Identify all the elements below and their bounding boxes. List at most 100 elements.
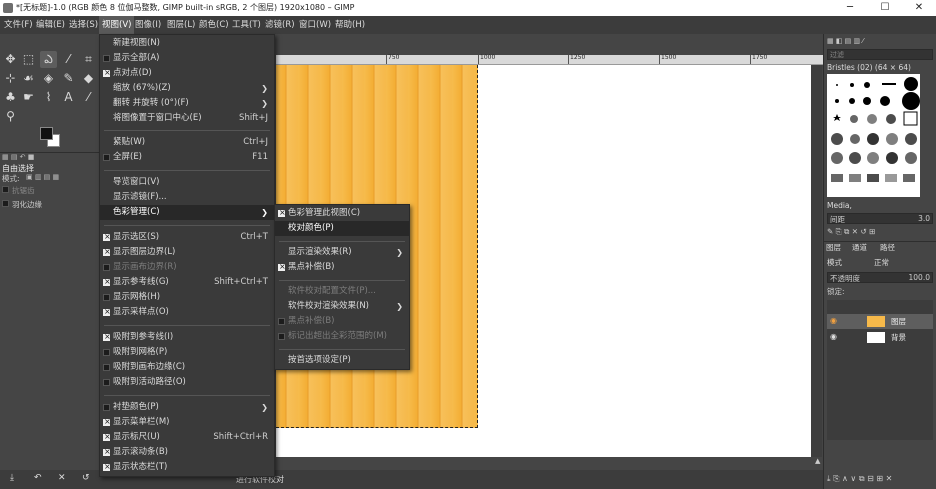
color-menu-item-proof-colors[interactable]: 校对颜色(P) xyxy=(275,221,409,236)
mode-buttons[interactable]: ▣ ▥ ▤ ▦ xyxy=(26,173,59,181)
menu-colors[interactable]: 颜色(C) xyxy=(196,16,232,34)
visibility-eye-icon[interactable]: ◉ xyxy=(830,332,837,341)
view-menu-item[interactable]: 吸附到画布边缘(C) xyxy=(100,360,274,375)
view-menu-item[interactable]: 点对点(D) xyxy=(100,66,274,81)
view-menu-item[interactable]: 显示标尺(U)Shift+Ctrl+R xyxy=(100,430,274,445)
view-menu-item[interactable]: 显示滚动条(B) xyxy=(100,445,274,460)
layer-actions[interactable]: ⤓ ⎘ ∧ ∨ ⧉ ⊟ ⊞ ✕ xyxy=(827,474,892,484)
vertical-scrollbar[interactable] xyxy=(811,65,822,457)
layer-row[interactable]: ◉ 图层 xyxy=(827,314,933,329)
brush-filter-input[interactable]: 过滤 xyxy=(827,49,933,60)
menu-tools[interactable]: 工具(T) xyxy=(229,16,264,34)
rect-select-icon[interactable]: ⬚ xyxy=(20,51,37,68)
transform-icon[interactable]: ⊹ xyxy=(2,70,19,87)
tab-layers[interactable]: 图层 xyxy=(826,242,841,253)
close-button[interactable]: ✕ xyxy=(902,0,936,16)
gimp-logo-icon xyxy=(3,3,13,13)
free-select-icon[interactable]: ఎ xyxy=(40,51,57,68)
visibility-eye-icon[interactable]: ◉ xyxy=(830,316,837,325)
background-layer-image[interactable] xyxy=(276,428,478,457)
menu-filters[interactable]: 滤镜(R) xyxy=(262,16,298,34)
view-menu-item[interactable]: 吸附到参考线(I) xyxy=(100,330,274,345)
minimize-button[interactable]: ─ xyxy=(833,0,867,16)
view-menu-item[interactable]: 翻转 并旋转 (0°)(F) ❯ xyxy=(100,96,274,111)
clone-icon[interactable]: ♣ xyxy=(2,89,19,106)
view-menu-item[interactable]: 将图像置于窗口中心(E) Shift+J xyxy=(100,111,274,126)
smudge-icon[interactable]: ☛ xyxy=(20,89,37,106)
layer-row[interactable]: ◉ 背景 xyxy=(827,330,933,345)
bucket-fill-icon[interactable]: ◈ xyxy=(40,70,57,87)
dock-tabs[interactable]: ▦ ◧ ▤ ▥ ⁄ xyxy=(827,37,864,45)
mode-label: 模式 xyxy=(827,258,842,267)
color-menu-item[interactable]: 软件校对渲染效果(N) ❯ xyxy=(275,299,409,314)
warp-icon[interactable]: ☙ xyxy=(20,70,37,87)
move-tool-icon[interactable]: ✥ xyxy=(2,51,19,68)
view-menu-item[interactable]: 显示采样点(O) xyxy=(100,305,274,320)
color-menu-item[interactable]: 显示渲染效果(R) ❯ xyxy=(275,245,409,260)
view-menu-item[interactable]: 显示网格(H) xyxy=(100,290,274,305)
foreground-color-swatch[interactable] xyxy=(40,127,53,140)
color-picker-icon[interactable]: ⁄ xyxy=(80,89,97,106)
fuzzy-select-icon[interactable]: ⁄ xyxy=(60,51,77,68)
navigate-icon[interactable]: ▲ xyxy=(815,457,820,465)
brush-actions[interactable]: ✎ ⎘ ⧉ ✕ ↺ ⊞ xyxy=(827,227,875,237)
view-menu-item[interactable]: 新建视图(N) xyxy=(100,36,274,51)
paintbrush-icon[interactable]: ✎ xyxy=(60,70,77,87)
color-menu-item[interactable]: 软件校对配置文件(P)... xyxy=(275,284,409,299)
window-title: *[无标题]-1.0 (RGB 颜色 8 位伽马整数, GIMP built-i… xyxy=(16,3,355,12)
view-menu-item[interactable]: 显示菜单栏(M) xyxy=(100,415,274,430)
menu-select[interactable]: 选择(S) xyxy=(66,16,101,34)
feather-checkbox[interactable] xyxy=(2,200,9,207)
view-menu-item-color-management[interactable]: 色彩管理(C) ❯ xyxy=(100,205,274,220)
crop-icon[interactable]: ⌗ xyxy=(80,51,97,68)
view-menu-item[interactable]: 显示全部(A) xyxy=(100,51,274,66)
menu-file[interactable]: 文件(F) xyxy=(1,16,36,34)
save-options-icon[interactable]: ⤓ xyxy=(10,473,14,483)
zoom-icon[interactable]: ⚲ xyxy=(2,108,19,125)
horizontal-ruler: 750 1000 1250 1500 1750 xyxy=(276,55,824,65)
menu-help[interactable]: 帮助(H) xyxy=(332,16,368,34)
view-menu-item[interactable]: 显示选区(S)Ctrl+T xyxy=(100,230,274,245)
eraser-icon[interactable]: ◆ xyxy=(80,70,97,87)
view-menu-item[interactable]: 紧贴(W) Ctrl+J xyxy=(100,135,274,150)
color-menu-item[interactable]: 按首选项设定(P) xyxy=(275,353,409,368)
brush-tag[interactable]: Media, xyxy=(827,201,852,210)
layer-mode-dropdown[interactable]: 正常 xyxy=(874,257,889,268)
opacity-slider[interactable]: 不透明度 100.0 xyxy=(827,272,933,283)
antialias-label: 抗锯齿 xyxy=(12,186,35,195)
view-menu-item[interactable]: 衬垫颜色(P) ❯ xyxy=(100,400,274,415)
color-menu-item[interactable]: 色彩管理此视图(C) xyxy=(275,206,409,221)
paths-icon[interactable]: ⌇ xyxy=(40,89,57,106)
menu-windows[interactable]: 窗口(W) xyxy=(296,16,334,34)
view-menu-item[interactable]: 显示状态栏(T) xyxy=(100,460,274,475)
view-menu-item[interactable]: 吸附到网格(P) xyxy=(100,345,274,360)
spacing-slider[interactable]: 间距 3.0 xyxy=(827,213,933,224)
view-menu-item[interactable]: 全屏(E) F11 xyxy=(100,150,274,165)
ruler-label: 1000 xyxy=(478,55,495,64)
delete-icon[interactable]: ✕ xyxy=(58,473,66,483)
view-menu-item[interactable]: 导览窗口(V) xyxy=(100,175,274,190)
brush-grid[interactable] xyxy=(827,74,920,197)
menu-view[interactable]: 视图(V) xyxy=(99,16,135,34)
view-menu-item[interactable]: 缩放 (67%)(Z) ❯ xyxy=(100,81,274,96)
view-menu-item[interactable]: 显示参考线(G)Shift+Ctrl+T xyxy=(100,275,274,290)
background-layer-image[interactable] xyxy=(478,65,811,457)
color-menu-item[interactable]: 标记出超出全彩范围的(M) xyxy=(275,329,409,344)
maximize-button[interactable]: ☐ xyxy=(868,0,902,16)
opacity-value: 100.0 xyxy=(908,273,930,282)
reset-icon[interactable]: ↺ xyxy=(82,473,90,483)
restore-icon[interactable]: ↶ xyxy=(34,473,42,483)
tab-paths[interactable]: 路径 xyxy=(880,242,895,253)
view-menu-item[interactable]: 显示滤镜(F)... xyxy=(100,190,274,205)
text-icon[interactable]: A xyxy=(60,89,77,106)
view-menu-item[interactable]: 显示图层边界(L) xyxy=(100,245,274,260)
menu-layer[interactable]: 图层(L) xyxy=(164,16,198,34)
tab-channels[interactable]: 通道 xyxy=(852,242,867,253)
view-menu-item[interactable]: 吸附到活动路径(O) xyxy=(100,375,274,390)
view-menu-item[interactable]: 显示画布边界(R) xyxy=(100,260,274,275)
color-menu-item[interactable]: 黑点补偿(B) xyxy=(275,260,409,275)
antialias-checkbox[interactable] xyxy=(2,186,9,193)
menu-image[interactable]: 图像(I) xyxy=(132,16,164,34)
color-menu-item[interactable]: 黑点补偿(B) xyxy=(275,314,409,329)
menu-edit[interactable]: 编辑(E) xyxy=(33,16,68,34)
